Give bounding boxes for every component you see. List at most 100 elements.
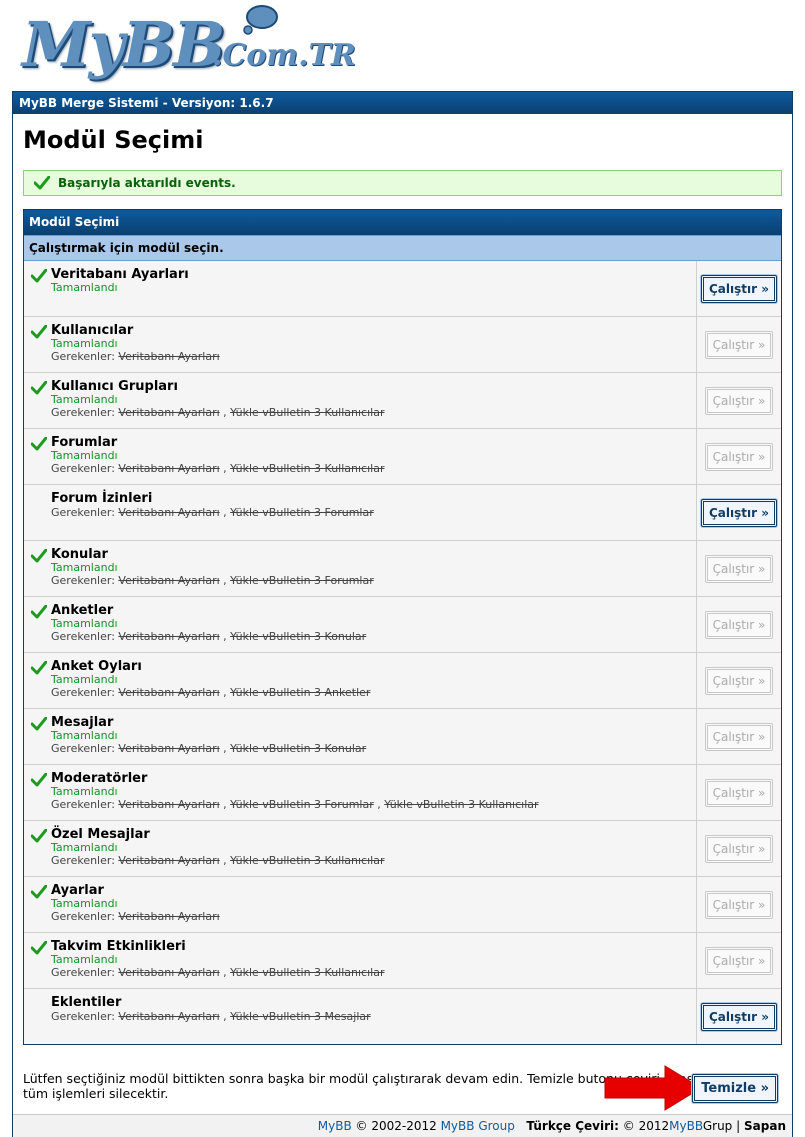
module-name: Ayarlar [51, 883, 104, 898]
success-message: Başarıyla aktarıldı events. [23, 170, 782, 196]
module-info: Kullanıcılar Tamamlandı Gerekenler: Verita… [24, 317, 697, 372]
run-button[interactable]: Çalıştır » [704, 610, 774, 639]
requirement-item: Veritabanı Ayarları [118, 506, 220, 519]
run-button[interactable]: Çalıştır » [704, 554, 774, 583]
run-button[interactable]: Çalıştır » [704, 666, 774, 695]
table-row: Anket Oyları Tamamlandı Gerekenler: Verita… [24, 653, 781, 709]
footer-translation-label: Türkçe Çeviri: [526, 1119, 619, 1133]
requirements-label: Gerekenler: [51, 574, 115, 587]
requirement-item: Yükle vBulletin 3 Konular [230, 630, 367, 643]
module-status: Tamamlandı [51, 393, 118, 406]
module-info: Forumlar Tamamlandı Gerekenler: Veritabanı… [24, 429, 697, 484]
checkmark-icon [31, 661, 47, 675]
header-title: MyBB Merge Sistemi - Versiyon: 1.6.7 [13, 92, 792, 114]
checkmark-icon [31, 605, 47, 619]
checkmark-icon [31, 773, 47, 787]
requirement-item: Veritabanı Ayarları [118, 798, 220, 811]
table-heading: Modül Seçimi [24, 210, 781, 235]
requirements-label: Gerekenler: [51, 798, 115, 811]
run-button[interactable]: Çalıştır » [704, 722, 774, 751]
module-action: Çalıştır » [697, 653, 781, 708]
footer-copyright-1: © 2002-2012 [355, 1119, 437, 1133]
module-action: Çalıştır » [697, 429, 781, 484]
footer-author: Sapan [744, 1119, 786, 1133]
checkmark-icon [31, 325, 47, 339]
module-status: Tamamlandı [51, 449, 118, 462]
checkmark-icon [31, 437, 47, 451]
run-button[interactable]: Çalıştır » [704, 386, 774, 415]
requirement-item: Veritabanı Ayarları [118, 574, 220, 587]
requirement-item: Yükle vBulletin 3 Kullanıcılar [230, 966, 385, 979]
footer-mybb-group-link[interactable]: MyBB Group [441, 1119, 515, 1133]
requirement-item: Veritabanı Ayarları [118, 966, 220, 979]
module-requirements: Gerekenler: Veritabanı Ayarları , Yükle … [51, 966, 385, 979]
module-info: Kullanıcı Grupları Tamamlandı Gerekenler: … [24, 373, 697, 428]
run-button[interactable]: Çalıştır » [704, 890, 774, 919]
module-name: Özel Mesajlar [51, 827, 150, 842]
module-rows: Veritabanı Ayarları Tamamlandı Çalıştır » K… [24, 261, 781, 1044]
checkmark-icon [31, 269, 47, 283]
module-info: Anket Oyları Tamamlandı Gerekenler: Verita… [24, 653, 697, 708]
requirement-item: Yükle vBulletin 3 Forumlar [230, 574, 374, 587]
requirement-item: Veritabanı Ayarları [118, 910, 220, 923]
module-action: Çalıştır » [697, 765, 781, 820]
requirement-item: Yükle vBulletin 3 Kullanıcılar [230, 462, 385, 475]
table-subheading: Çalıştırmak için modül seçin. [24, 235, 781, 261]
run-button[interactable]: Çalıştır » [704, 330, 774, 359]
module-requirements: Gerekenler: Veritabanı Ayarları [51, 910, 696, 923]
requirement-item: Veritabanı Ayarları [118, 1010, 220, 1023]
module-action: Çalıştır » [697, 485, 781, 540]
table-row: Mesajlar Tamamlandı Gerekenler: Veritabanı… [24, 709, 781, 765]
requirement-item: Veritabanı Ayarları [118, 350, 220, 363]
table-row: Anketler Tamamlandı Gerekenler: Veritabanı… [24, 597, 781, 653]
requirements-label: Gerekenler: [51, 350, 115, 363]
requirement-item: Yükle vBulletin 3 Kullanıcılar [230, 854, 385, 867]
main-container: MyBB Merge Sistemi - Versiyon: 1.6.7 Mod… [12, 91, 793, 1137]
run-button[interactable]: Çalıştır » [704, 946, 774, 975]
module-info: Eklentiler Gerekenler: Veritabanı Ayarlar… [24, 989, 697, 1044]
table-row: Konular Tamamlandı Gerekenler: Veritabanı … [24, 541, 781, 597]
logo-sub-text: .Com.TR [212, 38, 356, 73]
run-button[interactable]: Çalıştır » [704, 442, 774, 471]
module-table: Modül Seçimi Çalıştırmak için modül seçi… [23, 209, 782, 1045]
module-requirements: Gerekenler: Veritabanı Ayarları , Yükle … [51, 1010, 371, 1023]
clean-button[interactable]: Temizle » [692, 1074, 778, 1103]
module-requirements: Gerekenler: Veritabanı Ayarları , Yükle … [51, 462, 385, 475]
red-arrow-icon [604, 1065, 702, 1111]
success-text: Başarıyla aktarıldı events. [58, 176, 236, 190]
requirement-item: Yükle vBulletin 3 Kullanıcılar [384, 798, 539, 811]
module-status: Tamamlandı [51, 673, 118, 686]
table-row: Veritabanı Ayarları Tamamlandı Çalıştır » [24, 261, 781, 317]
checkmark-icon [31, 717, 47, 731]
module-name: Konular [51, 547, 108, 562]
run-button[interactable]: Çalıştır » [701, 1002, 777, 1031]
run-button[interactable]: Çalıştır » [704, 834, 774, 863]
run-button[interactable]: Çalıştır » [704, 778, 774, 807]
run-button[interactable]: Çalıştır » [701, 498, 777, 527]
checkmark-icon [34, 176, 50, 190]
requirements-label: Gerekenler: [51, 462, 115, 475]
requirements-label: Gerekenler: [51, 686, 115, 699]
footer: MyBB © 2002-2012 MyBB Group Türkçe Çevir… [13, 1114, 792, 1137]
requirements-label: Gerekenler: [51, 1010, 115, 1023]
module-action: Çalıştır » [697, 597, 781, 652]
requirements-label: Gerekenler: [51, 406, 115, 419]
requirements-label: Gerekenler: [51, 630, 115, 643]
module-action: Çalıştır » [697, 261, 781, 316]
clean-action: Temizle » [692, 1074, 778, 1103]
requirements-label: Gerekenler: [51, 742, 115, 755]
module-name: Forum İzinleri [51, 491, 153, 506]
checkmark-icon [31, 829, 47, 843]
module-name: Anket Oyları [51, 659, 142, 674]
module-status: Tamamlandı [51, 337, 118, 350]
run-button[interactable]: Çalıştır » [701, 274, 777, 303]
module-info: Moderatörler Tamamlandı Gerekenler: Verita… [24, 765, 697, 820]
module-status: Tamamlandı [51, 281, 118, 294]
table-row: Kullanıcı Grupları Tamamlandı Gerekenler: … [24, 373, 781, 429]
footer-mybb-link[interactable]: MyBB [318, 1119, 352, 1133]
checkmark-icon [31, 549, 47, 563]
module-name: Takvim Etkinlikleri [51, 939, 186, 954]
checkmark-icon [31, 941, 47, 955]
requirement-item: Veritabanı Ayarları [118, 686, 220, 699]
footer-mybb-link-2[interactable]: MyBB [669, 1119, 703, 1133]
